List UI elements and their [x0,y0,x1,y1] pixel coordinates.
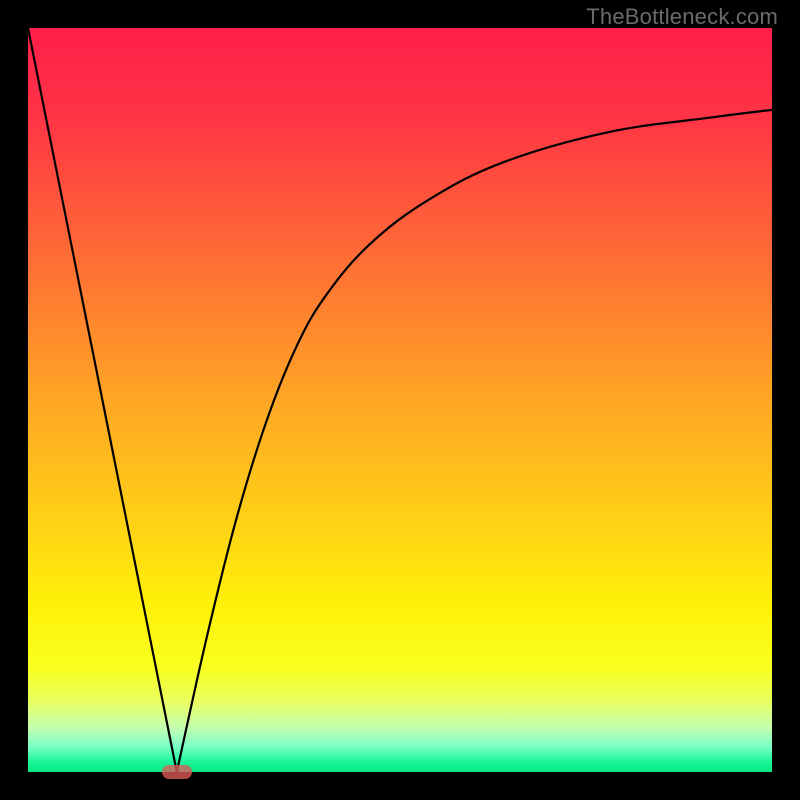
plot-area [28,28,772,772]
watermark-text: TheBottleneck.com [586,4,778,30]
bottleneck-marker [162,765,192,779]
curve-layer [28,28,772,772]
bottleneck-chart: TheBottleneck.com [0,0,800,800]
right-ascent-curve [177,110,772,772]
left-descent-line [28,28,177,772]
